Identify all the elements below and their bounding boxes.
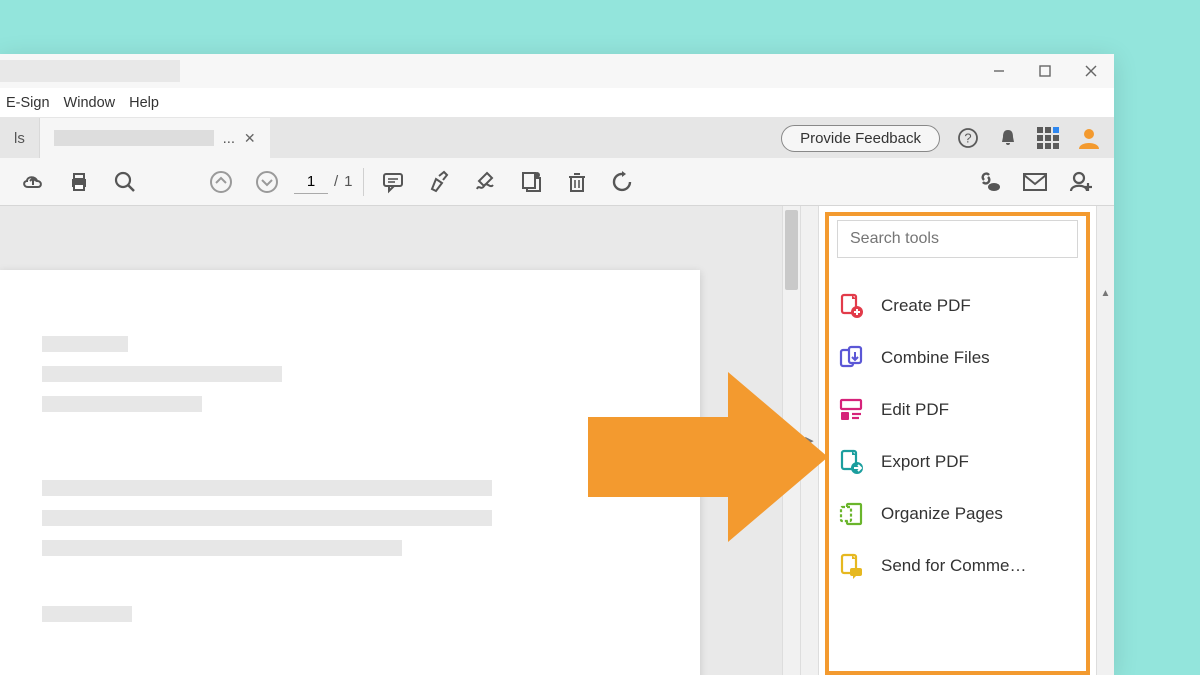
page-content — [0, 270, 700, 675]
link-cloud-icon[interactable] — [972, 165, 1006, 199]
organize-pages-icon — [837, 500, 865, 528]
bell-icon[interactable] — [996, 126, 1020, 150]
page-sep: / — [334, 173, 338, 190]
send-comments-icon — [837, 552, 865, 580]
document-area[interactable] — [0, 206, 782, 675]
toolbar: / 1 — [0, 158, 1114, 206]
tool-label: Combine Files — [881, 348, 990, 368]
tab-document[interactable]: ... ✕ — [40, 118, 270, 158]
page-indicator: / 1 — [294, 170, 353, 194]
tool-label: Export PDF — [881, 452, 969, 472]
stamp-icon[interactable] — [514, 165, 548, 199]
feedback-button[interactable]: Provide Feedback — [781, 125, 940, 152]
svg-text:?: ? — [964, 131, 971, 146]
print-icon[interactable] — [62, 165, 96, 199]
page-total: 1 — [344, 173, 352, 190]
edit-pdf-icon — [837, 396, 865, 424]
page-down-icon[interactable] — [250, 165, 284, 199]
share-person-icon[interactable] — [1064, 165, 1098, 199]
panel-scroll-up-icon[interactable]: ▲ — [1097, 288, 1114, 299]
tab-tools-suffix: ls — [14, 130, 25, 147]
menubar: E-Sign Window Help — [0, 88, 1114, 118]
combine-files-icon — [837, 344, 865, 372]
tool-label: Create PDF — [881, 296, 971, 316]
create-pdf-icon — [837, 292, 865, 320]
tools-panel: Create PDF Combine Files Edit PDF — [818, 206, 1096, 675]
minimize-button[interactable] — [976, 54, 1022, 88]
tool-create-pdf[interactable]: Create PDF — [837, 280, 1078, 332]
scroll-thumb[interactable] — [785, 210, 798, 290]
comment-icon[interactable] — [376, 165, 410, 199]
save-cloud-icon[interactable] — [16, 165, 50, 199]
tab-close-icon[interactable]: ✕ — [244, 130, 256, 147]
sign-icon[interactable] — [468, 165, 502, 199]
tool-label: Organize Pages — [881, 504, 1003, 524]
rotate-icon[interactable] — [606, 165, 640, 199]
doc-name-placeholder — [54, 130, 214, 146]
maximize-button[interactable] — [1022, 54, 1068, 88]
email-icon[interactable] — [1018, 165, 1052, 199]
tool-combine-files[interactable]: Combine Files — [837, 332, 1078, 384]
tool-send-for-comments[interactable]: Send for Comme… — [837, 540, 1078, 592]
doc-name-suffix: ... — [223, 130, 236, 147]
page-input[interactable] — [294, 170, 328, 194]
page-up-icon[interactable] — [204, 165, 238, 199]
tool-organize-pages[interactable]: Organize Pages — [837, 488, 1078, 540]
signin-icon[interactable] — [1076, 126, 1100, 150]
tool-label: Edit PDF — [881, 400, 949, 420]
close-button[interactable] — [1068, 54, 1114, 88]
panel-scrollbar[interactable]: ▲ — [1096, 206, 1114, 675]
export-pdf-icon — [837, 448, 865, 476]
delete-icon[interactable] — [560, 165, 594, 199]
titlebar — [0, 54, 1114, 88]
toolbar-separator — [363, 168, 364, 196]
caret-right-icon: ▶ — [805, 434, 813, 447]
doc-scrollbar[interactable]: ▲ — [782, 206, 800, 675]
help-icon[interactable]: ? — [956, 126, 980, 150]
menu-help[interactable]: Help — [129, 95, 159, 111]
menu-esign[interactable]: E-Sign — [6, 95, 50, 111]
tabbar: ls ... ✕ Provide Feedback ? — [0, 118, 1114, 158]
workspace: ▲ ▶ Create PDF — [0, 206, 1114, 675]
zoom-icon[interactable] — [108, 165, 142, 199]
menu-window[interactable]: Window — [64, 95, 116, 111]
app-window: E-Sign Window Help ls ... ✕ Provide Feed… — [0, 54, 1114, 675]
apps-grid-icon[interactable] — [1036, 126, 1060, 150]
title-placeholder — [0, 60, 180, 82]
tool-export-pdf[interactable]: Export PDF — [837, 436, 1078, 488]
highlight-icon[interactable] — [422, 165, 456, 199]
tab-tools[interactable]: ls — [0, 118, 40, 158]
tool-edit-pdf[interactable]: Edit PDF — [837, 384, 1078, 436]
search-tools-input[interactable] — [837, 220, 1078, 258]
tool-label: Send for Comme… — [881, 556, 1027, 576]
panel-collapse-handle[interactable]: ▶ — [800, 206, 818, 675]
